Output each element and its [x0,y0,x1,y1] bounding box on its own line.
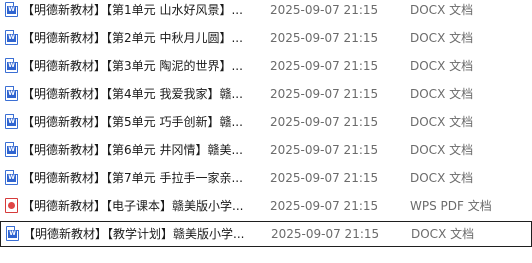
docx-icon [6,226,19,241]
file-type: WPS PDF 文档 [410,199,492,213]
file-date: 2025-09-07 21:15 [270,87,379,101]
file-name: 【明德新教材】【教学计划】赣美版小学... [23,227,245,241]
file-icon-cell [5,137,19,163]
pdf-icon [5,198,18,213]
file-date: 2025-09-07 21:15 [270,59,379,73]
docx-icon [5,142,18,157]
file-icon-cell [5,193,19,219]
file-list: 【明德新教材】【第1单元 山水好风景】... 2025-09-07 21:15 … [0,0,532,263]
file-date: 2025-09-07 21:15 [270,143,379,157]
file-type: DOCX 文档 [410,143,474,157]
file-name: 【明德新教材】【第6单元 井冈情】赣美... [22,143,243,157]
file-date: 2025-09-07 21:15 [271,227,380,241]
file-type: DOCX 文档 [410,87,474,101]
file-type: DOCX 文档 [410,171,474,185]
docx-icon [5,58,18,73]
file-name: 【明德新教材】【第1单元 山水好风景】... [22,3,243,17]
file-row[interactable]: 【明德新教材】【第3单元 陶泥的世界】... 2025-09-07 21:15 … [0,53,532,79]
file-type: DOCX 文档 [410,59,474,73]
docx-icon [5,86,18,101]
file-name: 【明德新教材】【第2单元 中秋月儿圆】... [22,31,243,45]
file-row[interactable]: 【明德新教材】【第1单元 山水好风景】... 2025-09-07 21:15 … [0,0,532,23]
file-date: 2025-09-07 21:15 [270,171,379,185]
file-icon-cell [5,53,19,79]
file-row[interactable]: 【明德新教材】【第5单元 巧手创新】赣... 2025-09-07 21:15 … [0,109,532,135]
file-name: 【明德新教材】【第3单元 陶泥的世界】... [22,59,243,73]
file-icon-cell [6,221,20,247]
file-name: 【明德新教材】【第4单元 我爱我家】赣... [22,87,243,101]
file-row-selected[interactable]: 【明德新教材】【教学计划】赣美版小学... 2025-09-07 21:15 D… [0,221,532,247]
file-date: 2025-09-07 21:15 [270,3,379,17]
file-name: 【明德新教材】【电子课本】赣美版小学... [22,199,244,213]
docx-icon [5,170,18,185]
file-date: 2025-09-07 21:15 [270,31,379,45]
file-date: 2025-09-07 21:15 [270,199,379,213]
file-row[interactable]: 【明德新教材】【第7单元 手拉手一家亲... 2025-09-07 21:15 … [0,165,532,191]
file-type: DOCX 文档 [410,3,474,17]
file-name: 【明德新教材】【第5单元 巧手创新】赣... [22,115,243,129]
file-icon-cell [5,81,19,107]
file-row[interactable]: 【明德新教材】【电子课本】赣美版小学... 2025-09-07 21:15 W… [0,193,532,219]
file-icon-cell [5,109,19,135]
file-icon-cell [5,0,19,23]
file-row[interactable]: 【明德新教材】【第2单元 中秋月儿圆】... 2025-09-07 21:15 … [0,25,532,51]
docx-icon [5,114,18,129]
file-name: 【明德新教材】【第7单元 手拉手一家亲... [22,171,243,185]
file-date: 2025-09-07 21:15 [270,115,379,129]
docx-icon [5,30,18,45]
file-row[interactable]: 【明德新教材】【第6单元 井冈情】赣美... 2025-09-07 21:15 … [0,137,532,163]
file-type: DOCX 文档 [410,115,474,129]
file-icon-cell [5,165,19,191]
docx-icon [5,2,18,17]
file-icon-cell [5,25,19,51]
file-type: DOCX 文档 [410,31,474,45]
file-type: DOCX 文档 [411,227,475,241]
file-row[interactable]: 【明德新教材】【第4单元 我爱我家】赣... 2025-09-07 21:15 … [0,81,532,107]
